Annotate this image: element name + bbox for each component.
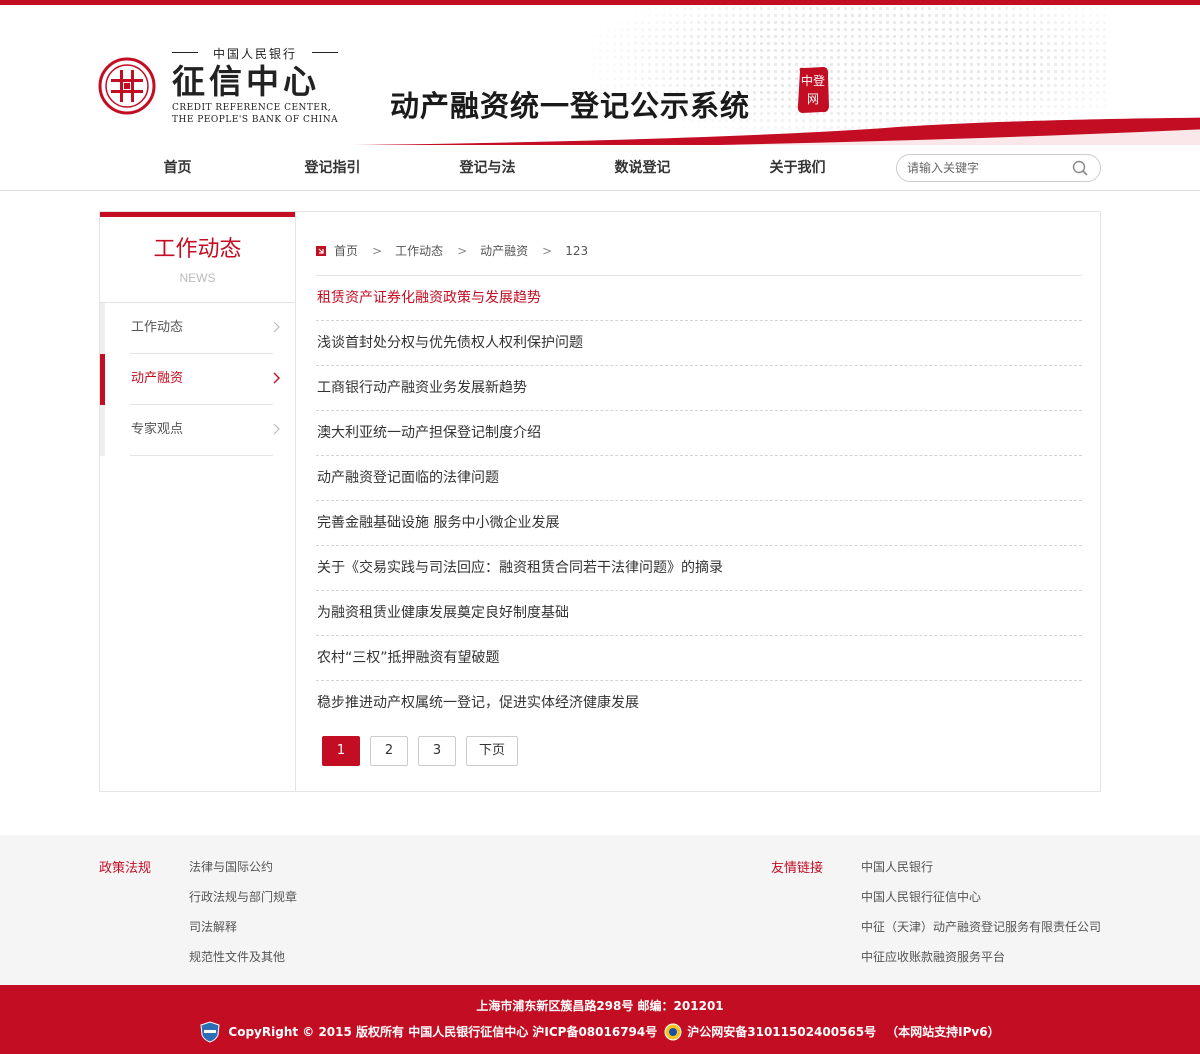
next-page-button[interactable]: 下页 (466, 736, 519, 766)
svg-text:中登: 中登 (801, 73, 825, 88)
nav-registration-guide[interactable]: 登记指引 (255, 145, 410, 191)
footer-link[interactable]: 司法解释 (189, 920, 237, 934)
article-link[interactable]: 稳步推进动产权属统一登记，促进实体经济健康发展 (316, 681, 1082, 726)
system-title: 动产融资统一登记公示系统 (390, 89, 751, 123)
nav-home[interactable]: 首页 (100, 145, 255, 191)
sidebar: 工作动态 NEWS 工作动态 动产融资 专家观点 (100, 212, 296, 791)
breadcrumb-movable-financing[interactable]: 动产融资 (480, 242, 528, 259)
footer-link[interactable]: 规范性文件及其他 (189, 950, 285, 964)
search-input[interactable] (897, 155, 1057, 181)
breadcrumb-work-news[interactable]: 工作动态 (395, 242, 443, 259)
article-link[interactable]: 关于《交易实践与司法回应：融资租赁合同若干法律问题》的摘录 (316, 546, 1082, 591)
ipv6-support-text: （本网站支持IPv6） (886, 1025, 1000, 1039)
site-header: 中国人民银行 征信中心 CREDIT REFERENCE CENTER, THE… (0, 5, 1200, 145)
copyright-bar: 上海市浦东新区簇昌路298号 邮编：201201 CopyRight © 201… (0, 985, 1200, 1054)
copyright-text: CopyRight © 2015 版权所有 中国人民银行征信中心 沪ICP备08… (228, 1025, 658, 1039)
search-icon[interactable] (1072, 160, 1088, 176)
logo-en-line1: CREDIT REFERENCE CENTER, (172, 103, 332, 113)
police-badge-icon[interactable] (663, 1021, 683, 1043)
credit-center-emblem-icon (98, 57, 156, 114)
policy-title: 政策法规 (99, 861, 152, 876)
sidebar-item-work-news[interactable]: 工作动态 (100, 303, 295, 354)
zhongdengwang-seal-icon: 中登 网 (797, 67, 829, 113)
logo-org-small: 中国人民银行 (172, 45, 339, 62)
gov-site-badge-icon[interactable] (200, 1021, 220, 1043)
nav-data-registration[interactable]: 数说登记 (565, 145, 720, 191)
police-record-text[interactable]: 沪公网安备31011502400565号 (687, 1022, 876, 1042)
article-link[interactable]: 动产融资登记面临的法律问题 (316, 456, 1082, 501)
logo-en-line2: THE PEOPLE'S BANK OF CHINA (172, 115, 339, 125)
main-nav: 首页 登记指引 登记与法 数说登记 关于我们 (0, 145, 1200, 191)
pagination: 1 2 3 下页 (322, 736, 1082, 766)
footer-link[interactable]: 中征应收账款融资服务平台 (861, 950, 1005, 964)
page-button-2[interactable]: 2 (370, 736, 408, 766)
footer-link[interactable]: 中国人民银行 (861, 860, 933, 874)
article-link[interactable]: 澳大利亚统一动产担保登记制度介绍 (316, 411, 1082, 456)
breadcrumb-current: 123 (565, 243, 589, 258)
friend-links-title: 友情链接 (771, 861, 824, 876)
content-area: 首页 > 工作动态 > 动产融资 > 123 租赁资产证券化融资政策与发展趋势 … (316, 212, 1082, 766)
breadcrumb-home-icon (316, 245, 326, 256)
footer-link[interactable]: 行政法规与部门规章 (189, 890, 297, 904)
chevron-right-icon (273, 372, 280, 384)
breadcrumb-home[interactable]: 首页 (334, 242, 358, 259)
chevron-right-icon (273, 423, 280, 435)
nav-registration-law[interactable]: 登记与法 (410, 145, 565, 191)
logo-org-main: 征信中心 (172, 62, 320, 101)
friend-links: 中国人民银行 中国人民银行征信中心 中征（天津）动产融资登记服务有限责任公司 中… (861, 857, 1101, 977)
footer-link[interactable]: 中国人民银行征信中心 (861, 890, 981, 904)
sidebar-item-movable-financing[interactable]: 动产融资 (100, 354, 295, 405)
article-link[interactable]: 浅谈首封处分权与优先债权人权利保护问题 (316, 321, 1082, 366)
sidebar-item-label: 动产融资 (131, 371, 184, 386)
breadcrumb-separator-icon: > (372, 243, 383, 258)
page-button-1[interactable]: 1 (322, 736, 360, 766)
breadcrumb-separator-icon: > (457, 243, 468, 258)
article-link[interactable]: 租赁资产证券化融资政策与发展趋势 (316, 276, 1082, 321)
chevron-right-icon (273, 321, 280, 333)
svg-text:网: 网 (807, 92, 819, 106)
article-link[interactable]: 完善金融基础设施 服务中小微企业发展 (316, 501, 1082, 546)
article-list: 租赁资产证券化融资政策与发展趋势 浅谈首封处分权与优先债权人权利保护问题 工商银… (316, 276, 1082, 726)
article-link[interactable]: 为融资租赁业健康发展奠定良好制度基础 (316, 591, 1082, 636)
sidebar-item-expert-views[interactable]: 专家观点 (100, 405, 295, 456)
sidebar-subtitle: NEWS (179, 271, 216, 285)
nav-about-us[interactable]: 关于我们 (720, 145, 875, 191)
footer-address: 上海市浦东新区簇昌路298号 邮编：201201 (476, 999, 724, 1013)
sidebar-item-label: 工作动态 (131, 320, 184, 335)
breadcrumb-separator-icon: > (542, 243, 553, 258)
policy-links: 法律与国际公约 行政法规与部门规章 司法解释 规范性文件及其他 (189, 857, 297, 977)
sidebar-item-label: 专家观点 (131, 422, 184, 437)
article-link[interactable]: 农村“三权”抵押融资有望破题 (316, 636, 1082, 681)
main-panel: 工作动态 NEWS 工作动态 动产融资 专家观点 首页 > 工作动态 > 动产融… (99, 211, 1101, 792)
footer-links: 政策法规 法律与国际公约 行政法规与部门规章 司法解释 规范性文件及其他 友情链… (0, 835, 1200, 985)
sidebar-header: 工作动态 NEWS (100, 212, 295, 303)
breadcrumb: 首页 > 工作动态 > 动产融资 > 123 (316, 212, 1082, 276)
footer-link[interactable]: 法律与国际公约 (189, 860, 273, 874)
sidebar-title: 工作动态 (153, 237, 242, 262)
footer-link[interactable]: 中征（天津）动产融资登记服务有限责任公司 (861, 920, 1101, 934)
logo[interactable]: 中国人民银行 征信中心 CREDIT REFERENCE CENTER, THE… (98, 45, 339, 126)
page-button-3[interactable]: 3 (418, 736, 456, 766)
search-box (896, 154, 1101, 182)
article-link[interactable]: 工商银行动产融资业务发展新趋势 (316, 366, 1082, 411)
